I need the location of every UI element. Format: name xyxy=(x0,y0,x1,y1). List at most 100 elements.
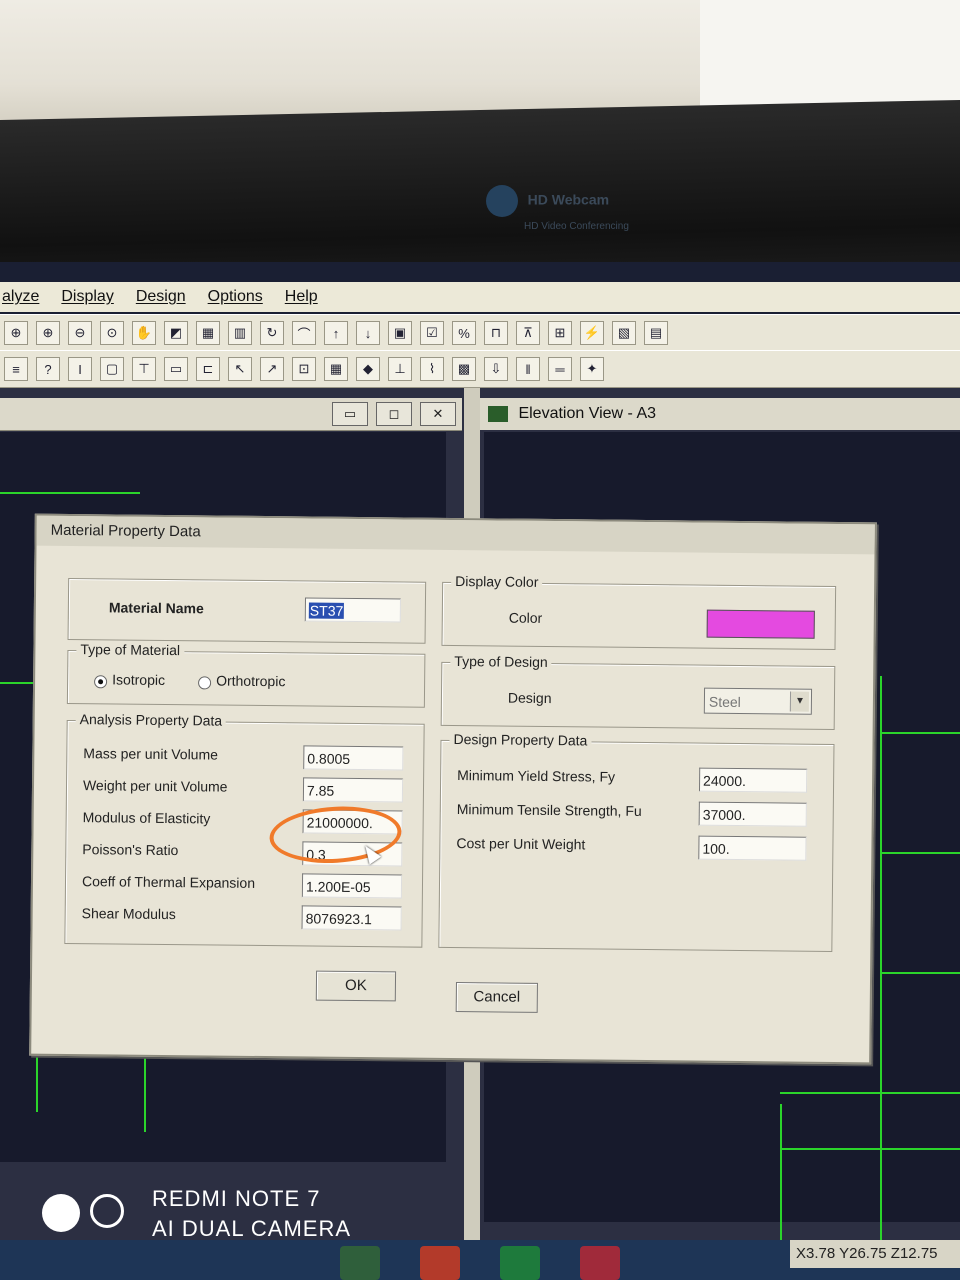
zoom-out-icon[interactable]: ⊖ xyxy=(68,321,92,345)
spring-icon[interactable]: ⌇ xyxy=(420,357,444,381)
toolbar-main: ⊕ ⊕ ⊖ ⊙ ✋ ◩ ▦ ▥ ↻ ⌒ ↑ ↓ ▣ ☑ % ⊓ ⊼ ⊞ ⚡ ▧ … xyxy=(0,314,960,352)
grid-line xyxy=(0,492,140,494)
design-select[interactable]: Steel ▼ xyxy=(703,687,813,715)
rotate-icon[interactable]: ↻ xyxy=(260,321,284,345)
menu-analyze[interactable]: alyze xyxy=(2,288,39,306)
draw-beam-icon[interactable]: ⊤ xyxy=(132,357,156,381)
weight-input[interactable]: 7.85 xyxy=(302,777,404,803)
elevation-beam-line xyxy=(880,972,960,974)
zoom-window-icon[interactable]: ⊙ xyxy=(100,321,124,345)
view-3d-icon[interactable]: ◩ xyxy=(164,321,188,345)
material-name-input[interactable]: ST37 xyxy=(304,597,401,623)
wall-icon[interactable]: ⊞ xyxy=(548,321,572,345)
shear-input[interactable]: 8076923.1 xyxy=(301,905,402,931)
snap-icon[interactable]: ⊡ xyxy=(292,357,316,381)
display-color-legend: Display Color xyxy=(451,572,543,590)
check-icon[interactable]: ☑ xyxy=(420,321,444,345)
watermark-ring-icon xyxy=(90,1194,124,1228)
excel-icon[interactable] xyxy=(500,1246,540,1280)
watermark-dot-icon xyxy=(42,1194,80,1232)
type-of-material-frame: Type of Material Isotropic Orthotropic xyxy=(66,641,426,708)
zoom-icon[interactable]: ⊕ xyxy=(4,321,28,345)
draw-slab-icon[interactable]: ▭ xyxy=(164,357,188,381)
cancel-button[interactable]: Cancel xyxy=(455,982,538,1013)
type-of-material-legend: Type of Material xyxy=(76,641,185,659)
elevation-column-line xyxy=(880,676,882,1280)
app-icon[interactable] xyxy=(340,1246,380,1280)
zoom-in-icon[interactable]: ⊕ xyxy=(36,321,60,345)
brace-icon[interactable]: ⊼ xyxy=(516,321,540,345)
menu-display[interactable]: Display xyxy=(61,288,113,306)
mass-input[interactable]: 0.8005 xyxy=(303,745,404,771)
grid-icon[interactable]: ▦ xyxy=(324,357,348,381)
ok-button[interactable]: OK xyxy=(315,970,397,1002)
perspective-icon[interactable]: ⌒ xyxy=(292,321,316,345)
help-pointer-icon[interactable]: ? xyxy=(36,357,60,381)
poisson-label: Poisson's Ratio xyxy=(82,841,179,859)
minimize-icon[interactable]: ▭ xyxy=(332,402,368,426)
isotropic-label: Isotropic xyxy=(112,671,166,688)
material-name-label: Material Name xyxy=(108,599,204,617)
assign-icon[interactable]: ◆ xyxy=(356,357,380,381)
plan-view-icon[interactable]: ▦ xyxy=(196,321,220,345)
webcam-icon xyxy=(486,185,518,217)
draw-wall-icon[interactable]: ⊏ xyxy=(196,357,220,381)
section-icon[interactable]: ▩ xyxy=(452,357,476,381)
dialog-title: Material Property Data xyxy=(36,515,875,555)
move-down-icon[interactable]: ↓ xyxy=(356,321,380,345)
percent-icon[interactable]: % xyxy=(452,321,476,345)
analysis-property-legend: Analysis Property Data xyxy=(75,711,227,729)
color-label: Color xyxy=(508,609,543,626)
pan-icon[interactable]: ✋ xyxy=(132,321,156,345)
type-of-design-frame: Type of Design Design Steel ▼ xyxy=(440,652,836,730)
reshape-icon[interactable]: ↗ xyxy=(260,357,284,381)
weight-label: Weight per unit Volume xyxy=(82,777,228,795)
menu-help[interactable]: Help xyxy=(285,288,318,306)
isotropic-radio[interactable] xyxy=(94,675,108,689)
draw-area-icon[interactable]: ▢ xyxy=(100,357,124,381)
elevation-view-icon[interactable]: ▥ xyxy=(228,321,252,345)
thermal-input[interactable]: 1.200E-05 xyxy=(301,873,403,899)
maximize-icon[interactable]: ◻ xyxy=(376,402,412,426)
design-property-frame: Design Property Data Minimum Yield Stres… xyxy=(438,730,835,952)
frame-icon[interactable]: ⊓ xyxy=(484,321,508,345)
close-icon[interactable]: ✕ xyxy=(420,402,456,426)
right-window-title: Elevation View - A3 xyxy=(518,405,657,422)
fu-label: Minimum Tensile Strength, Fu xyxy=(456,801,642,819)
run-analysis-icon[interactable]: ⚡ xyxy=(580,321,604,345)
modulus-label: Modulus of Elasticity xyxy=(82,809,211,827)
type-of-design-legend: Type of Design xyxy=(450,652,552,671)
orthotropic-radio[interactable] xyxy=(198,676,212,690)
beams-icon[interactable]: ═ xyxy=(548,357,572,381)
restraint-icon[interactable]: ⊥ xyxy=(388,357,412,381)
app-icon[interactable] xyxy=(420,1246,460,1280)
color-swatch-button[interactable] xyxy=(706,609,815,639)
deformed-shape-icon[interactable]: ▧ xyxy=(612,321,636,345)
select-icon[interactable]: ↖ xyxy=(228,357,252,381)
shell-icon[interactable]: ✦ xyxy=(580,357,604,381)
menu-options[interactable]: Options xyxy=(208,288,263,306)
design-label: Design xyxy=(507,689,552,707)
display-color-frame: Display Color Color xyxy=(441,572,837,650)
app-icon[interactable] xyxy=(580,1246,620,1280)
watermark-line1: REDMI NOTE 7 xyxy=(152,1186,321,1211)
draw-line-icon[interactable]: I xyxy=(68,357,92,381)
load-icon[interactable]: ⇩ xyxy=(484,357,508,381)
fu-input[interactable]: 37000. xyxy=(698,801,807,827)
fy-input[interactable]: 24000. xyxy=(698,767,808,793)
chevron-down-icon[interactable]: ▼ xyxy=(789,691,810,712)
status-coordinates: X3.78 Y26.75 Z12.75 xyxy=(790,1240,960,1268)
elevation-beam-line xyxy=(880,732,960,734)
wall-highlight xyxy=(700,0,960,110)
webcam-name: HD Webcam xyxy=(527,191,610,208)
move-up-icon[interactable]: ↑ xyxy=(324,321,348,345)
cost-input[interactable]: 100. xyxy=(698,835,807,861)
menu-design[interactable]: Design xyxy=(136,288,186,306)
display-options-icon[interactable]: ▣ xyxy=(388,321,412,345)
elevation-column-line xyxy=(780,1104,782,1244)
forces-icon[interactable]: ▤ xyxy=(644,321,668,345)
menu-bar: alyze Display Design Options Help xyxy=(0,282,960,312)
columns-icon[interactable]: ‖ xyxy=(516,357,540,381)
webcam-label: HD Webcam HD Video Conferencing xyxy=(486,185,629,235)
units-icon[interactable]: ≡ xyxy=(4,357,28,381)
